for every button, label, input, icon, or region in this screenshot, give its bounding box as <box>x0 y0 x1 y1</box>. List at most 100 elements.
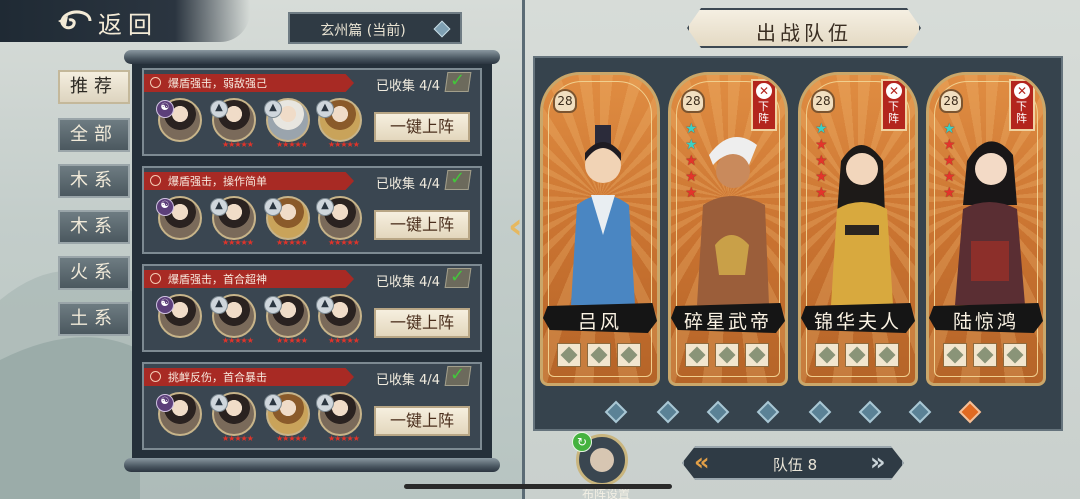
armor-slot[interactable] <box>973 343 997 367</box>
shield-icon: ▲ <box>210 394 228 412</box>
back-icon[interactable] <box>54 8 94 34</box>
close-icon: ✕ <box>886 83 902 99</box>
star-rating: ★★★★★ <box>276 238 308 247</box>
refresh-icon[interactable]: ↻ <box>572 432 592 452</box>
accessory-slot[interactable] <box>617 343 641 367</box>
check-icon: ✓ <box>450 266 466 287</box>
accessory-slot[interactable] <box>745 343 769 367</box>
hero-card[interactable]: 28 ✕ 下阵 ★ ★ ★ ★ ★ 陆惊鸿 <box>926 72 1046 386</box>
shield-icon: ▲ <box>264 198 282 216</box>
armor-slot[interactable] <box>715 343 739 367</box>
hero-avatar[interactable]: ▲ ★★★★★ <box>210 98 256 149</box>
hero-level: 28 <box>681 89 705 113</box>
accessory-slot[interactable] <box>875 343 899 367</box>
remove-hero-button[interactable]: ✕ 下阵 <box>1009 79 1035 131</box>
weapon-slot[interactable] <box>685 343 709 367</box>
collected-count: 已收集 4/4 <box>376 275 441 290</box>
hero-portrait <box>831 145 893 305</box>
hero-card[interactable]: 28 吕风 <box>540 72 660 386</box>
remove-hero-button[interactable]: ✕ 下阵 <box>751 79 777 131</box>
yin-yang-icon: ☯ <box>156 198 174 216</box>
hero-avatar[interactable]: ▲ ★★★★★ <box>316 98 362 149</box>
lineup-tag-text: 爆盾强击，操作简单 <box>168 175 267 188</box>
armor-slot[interactable] <box>587 343 611 367</box>
lineup-tag-text: 挑衅反伤，首合暴击 <box>168 371 267 384</box>
weapon-slot[interactable] <box>815 343 839 367</box>
collected-count: 已收集 4/4 <box>376 79 441 94</box>
quick-deploy-button[interactable]: 一键上阵 <box>374 406 470 436</box>
star-rating: ★★★★★ <box>328 336 360 345</box>
quick-deploy-button[interactable]: 一键上阵 <box>374 210 470 240</box>
chevron-left-icon[interactable]: ‹ <box>508 206 523 247</box>
hero-avatar[interactable]: ☯ <box>156 392 202 436</box>
chevron-right-icon[interactable]: » <box>870 448 886 476</box>
hero-avatar[interactable]: ▲ ★★★★★ <box>264 392 310 443</box>
star-rating: ★★★★★ <box>328 434 360 443</box>
chapter-label: 玄州篇 (当前) <box>320 23 406 39</box>
hero-name: 吕风 <box>577 311 622 333</box>
hero-avatar[interactable]: ▲ ★★★★★ <box>316 196 362 247</box>
shield-icon: ▲ <box>210 296 228 314</box>
collected-count: 已收集 4/4 <box>376 177 441 192</box>
hero-name: 锦华夫人 <box>813 311 902 333</box>
team-title: 出战队伍 <box>756 21 852 45</box>
chapter-selector[interactable]: 玄州篇 (当前) <box>288 12 462 44</box>
remove-label: 下阵 <box>758 100 769 125</box>
remove-label: 下阵 <box>888 100 899 125</box>
lineup-card: 爆盾强击，首合超神 已收集 4/4 ✓ ☯ ▲ ★★★★★ ▲ ★★★★★ ▲ ★★★… <box>142 264 482 352</box>
hero-avatar[interactable]: ▲ ★★★★★ <box>210 392 256 443</box>
shield-icon: ▲ <box>264 394 282 412</box>
lineup-tag-text: 爆盾强击，弱敌强己 <box>168 77 267 90</box>
chapter-diamond-icon <box>433 20 451 38</box>
star-rating: ★★★★★ <box>222 140 254 149</box>
quick-deploy-button[interactable]: 一键上阵 <box>374 112 470 142</box>
hero-avatar[interactable]: ▲ ★★★★★ <box>316 392 362 443</box>
hero-avatar[interactable]: ▲ ★★★★★ <box>264 98 310 149</box>
lineup-card: 爆盾强击，操作简单 已收集 4/4 ✓ ☯ ▲ ★★★★★ ▲ ★★★★★ ▲ ★★★… <box>142 166 482 254</box>
shield-icon: ▲ <box>210 198 228 216</box>
accessory-slot[interactable] <box>1003 343 1027 367</box>
remove-hero-button[interactable]: ✕ 下阵 <box>881 79 907 131</box>
weapon-slot[interactable] <box>557 343 581 367</box>
weapon-slot[interactable] <box>943 343 967 367</box>
star-rating: ★★★★★ <box>276 434 308 443</box>
hero-avatar[interactable]: ▲ ★★★★★ <box>210 196 256 247</box>
filter-tab-earth[interactable]: 土系 <box>58 302 130 336</box>
star-rating: ★★★★★ <box>328 238 360 247</box>
quick-deploy-button[interactable]: 一键上阵 <box>374 308 470 338</box>
scroll-roller-bottom <box>124 458 500 472</box>
close-icon: ✕ <box>756 83 772 99</box>
hero-card[interactable]: 28 ✕ 下阵 ★ ★ ★ ★ ★ 碎星武帝 <box>668 72 788 386</box>
filter-tab-all[interactable]: 全部 <box>58 118 130 152</box>
check-icon: ✓ <box>450 168 466 189</box>
hero-avatar[interactable]: ▲ ★★★★★ <box>316 294 362 345</box>
hero-level: 28 <box>939 89 963 113</box>
hero-avatar[interactable]: ▲ ★★★★★ <box>264 196 310 247</box>
hero-avatar[interactable]: ☯ <box>156 98 202 142</box>
home-indicator[interactable] <box>404 484 672 489</box>
filter-tab-recommended[interactable]: 推荐 <box>58 70 130 104</box>
hero-avatar[interactable]: ▲ ★★★★★ <box>210 294 256 345</box>
lineup-tag: 爆盾强击，弱敌强己 <box>144 74 354 92</box>
shield-icon: ▲ <box>316 100 334 118</box>
check-icon: ✓ <box>450 364 466 385</box>
star-rating: ★★★★★ <box>276 140 308 149</box>
hero-level: 28 <box>811 89 835 113</box>
shield-icon: ▲ <box>316 296 334 314</box>
lineup-card: 爆盾强击，弱敌强己 已收集 4/4 ✓ ☯ ▲ ★★★★★ ▲ ★★★★★ ▲ ★★★… <box>142 68 482 156</box>
scroll-roller-top <box>124 50 500 64</box>
armor-slot[interactable] <box>845 343 869 367</box>
hero-avatar[interactable]: ▲ ★★★★★ <box>264 294 310 345</box>
filter-tab-wood[interactable]: 木系 <box>58 164 130 198</box>
hero-card[interactable]: 28 ✕ 下阵 ★ ★ ★ ★ ★ 锦华夫人 <box>798 72 918 386</box>
star-rating: ★★★★★ <box>222 238 254 247</box>
filter-tab-wood-2[interactable]: 木系 <box>58 210 130 244</box>
close-icon: ✕ <box>1014 83 1030 99</box>
back-button-label[interactable]: 返回 <box>98 5 158 40</box>
filter-tab-fire[interactable]: 火系 <box>58 256 130 290</box>
shield-icon: ▲ <box>264 100 282 118</box>
hero-avatar[interactable]: ☯ <box>156 294 202 338</box>
hero-avatar[interactable]: ☯ <box>156 196 202 240</box>
search-icon <box>150 371 161 382</box>
hero-portrait <box>571 125 635 305</box>
